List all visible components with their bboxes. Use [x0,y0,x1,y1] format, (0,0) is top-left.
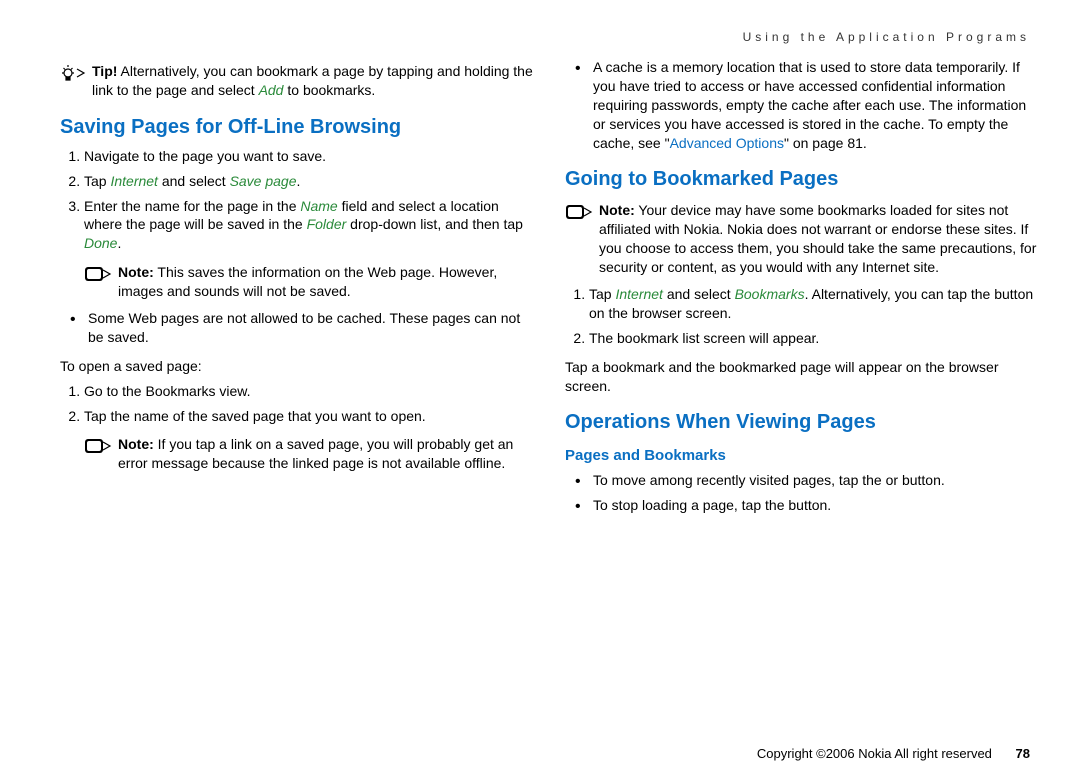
save-step-3: Enter the name for the page in the Name … [84,197,535,254]
note-icon [84,436,112,458]
note-text-2: Note: If you tap a link on a saved page,… [118,435,535,473]
op-item-1: To move among recently visited pages, ta… [575,471,1040,490]
tip-body-b: to bookmarks. [283,82,375,98]
cache-bullet-list: Some Web pages are not allowed to be cac… [60,309,535,347]
op-item-2: To stop loading a page, tap the button. [575,496,1040,515]
bookmark-steps-list: Tap Internet and select Bookmarks. Alter… [565,285,1040,348]
operations-list: To move among recently visited pages, ta… [565,471,1040,515]
tip-icon [60,63,86,85]
heading-going-to-bookmarked: Going to Bookmarked Pages [565,166,1040,193]
note-block-2: Note: If you tap a link on a saved page,… [84,435,535,473]
save-steps-list: Navigate to the page you want to save. T… [60,147,535,253]
heading-operations: Operations When Viewing Pages [565,409,1040,436]
running-header: Using the Application Programs [60,30,1040,44]
save-step-1: Navigate to the page you want to save. [84,147,535,166]
open-step-2: Tap the name of the saved page that you … [84,407,535,426]
note-text-1: Note: This saves the information on the … [118,263,535,301]
bookmark-step-1: Tap Internet and select Bookmarks. Alter… [589,285,1040,323]
open-saved-intro: To open a saved page: [60,357,535,376]
page-footer: Copyright ©2006 Nokia All right reserved… [757,746,1030,761]
copyright-text: Copyright ©2006 Nokia All right reserved [757,746,992,761]
open-saved-list: Go to the Bookmarks view. Tap the name o… [60,382,535,426]
page-number: 78 [1016,746,1030,761]
note-icon [84,264,112,286]
tip-text: Tip! Alternatively, you can bookmark a p… [92,62,535,100]
left-column: Tip! Alternatively, you can bookmark a p… [60,54,535,525]
open-step-1: Go to the Bookmarks view. [84,382,535,401]
note-text-3: Note: Your device may have some bookmark… [599,201,1040,277]
tap-bookmark-para: Tap a bookmark and the bookmarked page w… [565,358,1040,396]
tip-green: Add [259,82,284,98]
cache-info-list: A cache is a memory location that is use… [565,58,1040,152]
heading-saving-pages: Saving Pages for Off-Line Browsing [60,114,535,141]
advanced-options-link: Advanced Options [670,135,784,151]
right-column: A cache is a memory location that is use… [565,54,1040,525]
cache-bullet: Some Web pages are not allowed to be cac… [70,309,535,347]
cache-info-bullet: A cache is a memory location that is use… [575,58,1040,152]
note-block-1: Note: This saves the information on the … [84,263,535,301]
bookmark-step-2: The bookmark list screen will appear. [589,329,1040,348]
subheading-pages-bookmarks: Pages and Bookmarks [565,446,1040,466]
save-step-2: Tap Internet and select Save page. [84,172,535,191]
tip-label: Tip! [92,63,117,79]
tip-block: Tip! Alternatively, you can bookmark a p… [60,62,535,100]
note-block-3: Note: Your device may have some bookmark… [565,201,1040,277]
note-icon [565,202,593,224]
